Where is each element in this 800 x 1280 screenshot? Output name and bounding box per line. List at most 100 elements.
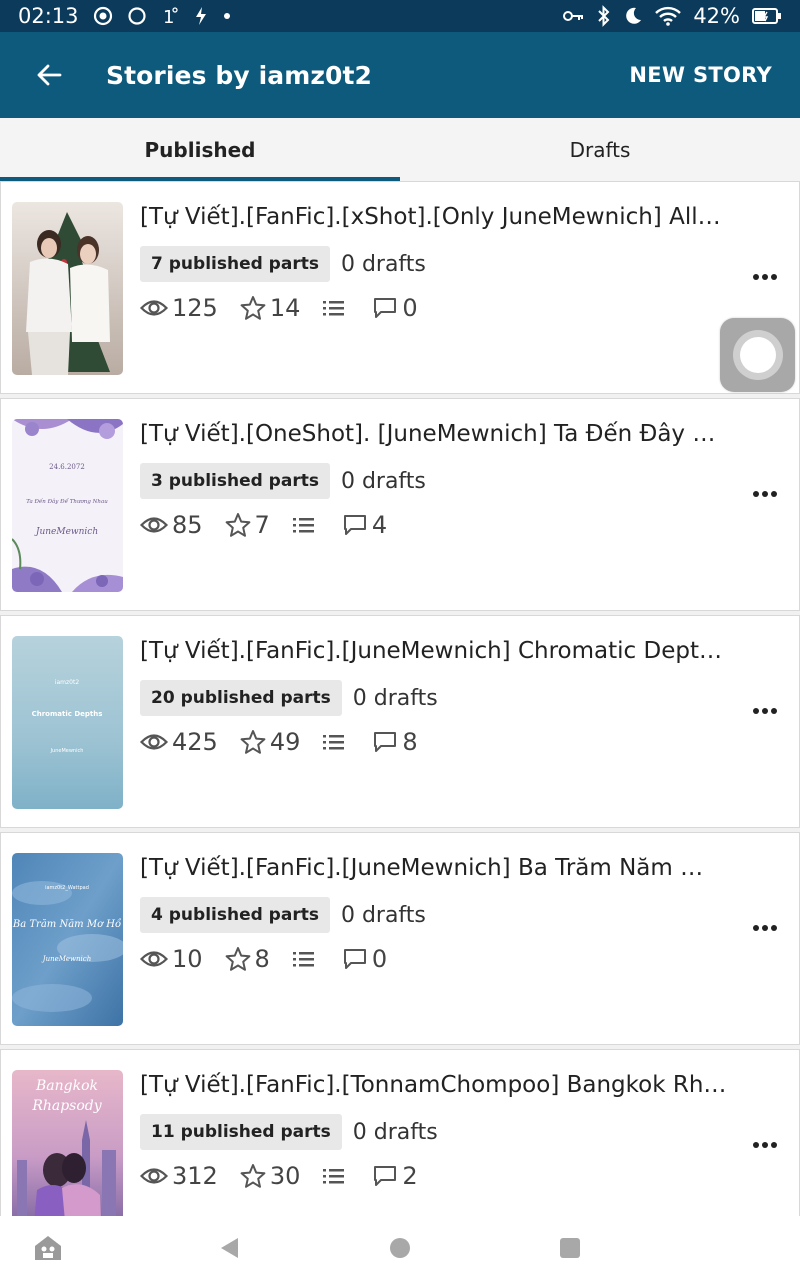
story-item[interactable]: iamz0t2_Wattpad Ba Trăm Năm Mơ Hồ JuneMe… bbox=[0, 832, 800, 1045]
nav-home-button[interactable] bbox=[380, 1216, 420, 1280]
votes-stat: 30 bbox=[240, 1162, 301, 1190]
story-cover-image[interactable]: iamz0t2_Wattpad Ba Trăm Năm Mơ Hồ JuneMe… bbox=[12, 853, 123, 1026]
parts-stat bbox=[322, 1166, 350, 1186]
flash-icon bbox=[193, 6, 209, 26]
more-options-button[interactable] bbox=[747, 696, 783, 726]
published-parts-badge: 3 published parts bbox=[140, 463, 330, 499]
list-icon bbox=[323, 301, 345, 316]
comment-icon bbox=[374, 298, 397, 318]
story-title[interactable]: [Tự Viết].[OneShot]. [JuneMewnich] Ta Đế… bbox=[140, 421, 745, 447]
story-cover-image[interactable] bbox=[12, 202, 123, 375]
story-title[interactable]: [Tự Viết].[FanFic].[TonnamChompoo] Bangk… bbox=[140, 1072, 745, 1098]
story-item[interactable]: [Tự Viết].[FanFic].[xShot].[Only JuneMew… bbox=[0, 181, 800, 394]
votes-stat: 14 bbox=[240, 294, 300, 322]
published-parts-badge: 7 published parts bbox=[140, 246, 330, 282]
comments-count: 8 bbox=[402, 728, 418, 756]
more-dots-icon bbox=[753, 1142, 777, 1148]
reads-count: 85 bbox=[172, 511, 203, 539]
status-left: 02:13 1 bbox=[18, 4, 231, 28]
star-icon bbox=[240, 296, 266, 320]
moon-icon bbox=[623, 6, 643, 26]
story-cover-image[interactable]: iamz0t2 Chromatic Depths JuneMewnich bbox=[12, 636, 123, 809]
story-stats: 312 30 2 bbox=[140, 1162, 440, 1190]
story-list: [Tự Viết].[FanFic].[xShot].[Only JuneMew… bbox=[0, 181, 800, 1216]
comments-stat: 8 bbox=[372, 728, 418, 756]
story-item[interactable]: Bangkok Rhapsody [Tự Viết].[FanFic].[Ton… bbox=[0, 1049, 800, 1216]
eye-icon bbox=[140, 517, 168, 533]
comments-stat: 0 bbox=[372, 294, 418, 322]
story-title[interactable]: [Tự Viết].[FanFic].[xShot].[Only JuneMew… bbox=[140, 204, 745, 230]
reads-stat: 85 bbox=[140, 511, 203, 539]
drafts-count: 0 drafts bbox=[340, 468, 426, 494]
wifi-icon bbox=[655, 6, 682, 26]
new-story-button[interactable]: NEW STORY bbox=[629, 63, 772, 87]
drafts-count: 0 drafts bbox=[340, 902, 426, 928]
status-time: 02:13 bbox=[18, 4, 79, 28]
drafts-count: 0 drafts bbox=[352, 1119, 438, 1145]
more-options-button[interactable] bbox=[747, 913, 783, 943]
keyboard-assist-icon bbox=[35, 1236, 61, 1260]
story-meta: 11 published parts 0 drafts bbox=[140, 1114, 438, 1150]
tab-published[interactable]: Published bbox=[0, 118, 400, 181]
comments-count: 0 bbox=[402, 294, 418, 322]
more-options-button[interactable] bbox=[747, 479, 783, 509]
story-title[interactable]: [Tự Viết].[FanFic].[JuneMewnich] Chromat… bbox=[140, 638, 745, 664]
published-parts-badge: 4 published parts bbox=[140, 897, 330, 933]
story-stats: 125 14 0 bbox=[140, 294, 440, 322]
keyboard-assist-button[interactable] bbox=[28, 1216, 68, 1280]
star-icon bbox=[225, 513, 250, 537]
dot-icon bbox=[223, 12, 231, 20]
drafts-count: 0 drafts bbox=[352, 685, 438, 711]
temperature-icon: 1 bbox=[161, 5, 179, 27]
comments-count: 0 bbox=[371, 945, 388, 973]
cover-text: Ba Trăm Năm Mơ Hồ bbox=[12, 919, 121, 930]
list-icon bbox=[323, 1169, 345, 1184]
battery-icon bbox=[752, 8, 782, 24]
reads-stat: 125 bbox=[140, 294, 218, 322]
more-options-button[interactable] bbox=[747, 1130, 783, 1160]
star-icon bbox=[240, 1164, 266, 1188]
tab-drafts[interactable]: Drafts bbox=[400, 118, 800, 181]
published-parts-badge: 20 published parts bbox=[140, 680, 342, 716]
more-dots-icon bbox=[753, 925, 777, 931]
status-right: 42% bbox=[563, 4, 782, 28]
back-button[interactable] bbox=[0, 32, 100, 118]
story-item[interactable]: 24.6.2072 Ta Đến Đây Để Thương Nhau June… bbox=[0, 398, 800, 611]
story-stats: 10 8 0 bbox=[140, 945, 409, 973]
votes-stat: 8 bbox=[225, 945, 270, 973]
eye-icon bbox=[140, 951, 168, 967]
comments-stat: 4 bbox=[342, 511, 387, 539]
app-bar: Stories by iamz0t2 NEW STORY bbox=[0, 32, 800, 118]
more-dots-icon bbox=[753, 491, 777, 497]
parts-stat bbox=[292, 949, 320, 969]
home-circle-icon bbox=[390, 1238, 410, 1258]
reads-count: 10 bbox=[172, 945, 203, 973]
story-stats: 425 49 8 bbox=[140, 728, 440, 756]
cover-text: iamz0t2 bbox=[55, 679, 80, 686]
status-bar: 02:13 1 42% bbox=[0, 0, 800, 32]
eye-icon bbox=[140, 734, 168, 750]
story-cover-image[interactable]: Bangkok Rhapsody bbox=[12, 1070, 123, 1216]
more-options-button[interactable] bbox=[747, 262, 783, 292]
cover-text: Bangkok bbox=[35, 1078, 98, 1094]
cover-text: JuneMewnich bbox=[50, 748, 84, 754]
record-icon bbox=[93, 6, 113, 26]
cover-text: Ta Đến Đây Để Thương Nhau bbox=[26, 498, 108, 505]
cover-text: 24.6.2072 bbox=[49, 463, 85, 471]
assistive-touch-button[interactable] bbox=[720, 318, 795, 392]
story-cover-image[interactable]: 24.6.2072 Ta Đến Đây Để Thương Nhau June… bbox=[12, 419, 123, 592]
star-icon bbox=[240, 730, 266, 754]
reads-count: 125 bbox=[172, 294, 218, 322]
eye-icon bbox=[140, 300, 168, 316]
more-dots-icon bbox=[753, 274, 777, 280]
list-icon bbox=[323, 735, 345, 750]
nav-back-button[interactable] bbox=[210, 1216, 250, 1280]
reads-stat: 425 bbox=[140, 728, 218, 756]
votes-count: 30 bbox=[269, 1162, 301, 1190]
nav-recents-button[interactable] bbox=[550, 1216, 590, 1280]
tab-bar: Published Drafts bbox=[0, 118, 800, 181]
story-meta: 3 published parts 0 drafts bbox=[140, 463, 426, 499]
story-title[interactable]: [Tự Viết].[FanFic].[JuneMewnich] Ba Trăm… bbox=[140, 855, 745, 881]
votes-stat: 49 bbox=[240, 728, 300, 756]
story-item[interactable]: iamz0t2 Chromatic Depths JuneMewnich [Tự… bbox=[0, 615, 800, 828]
